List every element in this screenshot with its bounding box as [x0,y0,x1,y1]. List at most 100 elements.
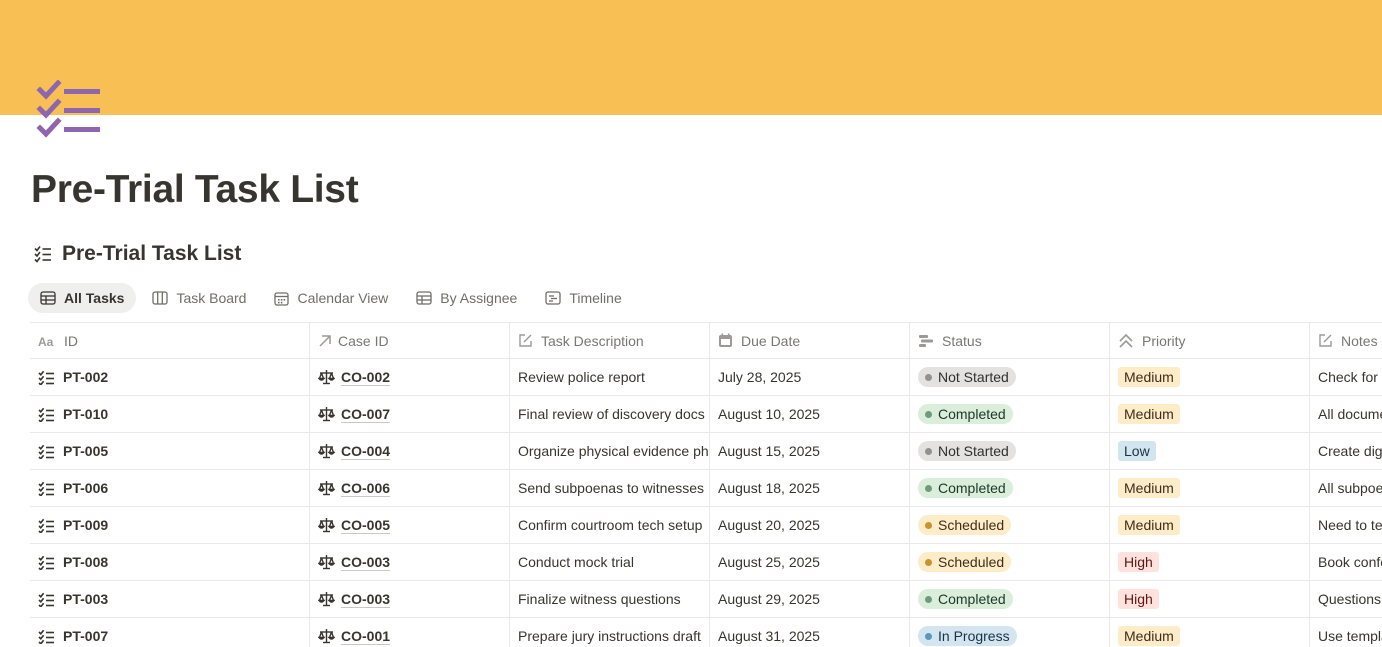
cell-id[interactable]: PT-006 [30,470,310,506]
cell-status[interactable]: In Progress [910,618,1110,647]
cell-status[interactable]: Completed [910,396,1110,432]
cell-task-description[interactable]: Review police report [510,359,710,395]
cell-task-description[interactable]: Final review of discovery docs [510,396,710,432]
cell-notes[interactable]: All docume [1310,396,1382,432]
cell-notes[interactable]: Book confe [1310,544,1382,580]
case-link[interactable]: CO-002 [341,369,390,385]
cell-task-description[interactable]: Conduct mock trial [510,544,710,580]
cell-case-id[interactable]: CO-007 [310,396,510,432]
cell-status[interactable]: Not Started [910,433,1110,469]
cell-due-date[interactable]: August 29, 2025 [710,581,910,617]
task-id[interactable]: PT-006 [63,480,108,496]
cell-id[interactable]: PT-002 [30,359,310,395]
cell-priority[interactable]: Medium [1110,396,1310,432]
cell-due-date[interactable]: August 25, 2025 [710,544,910,580]
cell-case-id[interactable]: CO-004 [310,433,510,469]
priority-tag[interactable]: High [1118,589,1159,609]
table-row[interactable]: PT-003 CO-003 Finalize witness questions Au… [30,581,1382,618]
tab-calendar-view[interactable]: Calendar View [262,283,400,313]
status-badge[interactable]: Scheduled [918,515,1012,535]
cell-priority[interactable]: High [1110,581,1310,617]
cell-id[interactable]: PT-007 [30,618,310,647]
cell-priority[interactable]: Low [1110,433,1310,469]
database-title[interactable]: Pre-Trial Task List [62,242,241,266]
cell-status[interactable]: Scheduled [910,544,1110,580]
cell-due-date[interactable]: August 20, 2025 [710,507,910,543]
status-badge[interactable]: Scheduled [918,552,1012,572]
cell-due-date[interactable]: August 31, 2025 [710,618,910,647]
task-id[interactable]: PT-002 [63,369,108,385]
table-row[interactable]: PT-006 CO-006 Send subpoenas to witnesses A… [30,470,1382,507]
cell-due-date[interactable]: July 28, 2025 [710,359,910,395]
status-badge[interactable]: Completed [918,404,1013,424]
cell-notes[interactable]: Create dig [1310,433,1382,469]
cell-case-id[interactable]: CO-002 [310,359,510,395]
priority-tag[interactable]: High [1118,552,1159,572]
cell-status[interactable]: Completed [910,581,1110,617]
cell-notes[interactable]: All subpoe [1310,470,1382,506]
status-badge[interactable]: Completed [918,478,1013,498]
case-link[interactable]: CO-001 [341,628,390,644]
cell-case-id[interactable]: CO-001 [310,618,510,647]
cell-notes[interactable]: Use templa [1310,618,1382,647]
column-header-notes[interactable]: Notes [1310,323,1382,358]
cell-notes[interactable]: Check for [1310,359,1382,395]
cell-due-date[interactable]: August 18, 2025 [710,470,910,506]
cell-priority[interactable]: Medium [1110,359,1310,395]
column-header-priority[interactable]: Priority [1110,323,1310,358]
priority-tag[interactable]: Low [1118,441,1156,461]
page-title[interactable]: Pre-Trial Task List [31,168,359,212]
cell-priority[interactable]: Medium [1110,470,1310,506]
case-link[interactable]: CO-003 [341,554,390,570]
priority-tag[interactable]: Medium [1118,367,1180,387]
status-badge[interactable]: Not Started [918,367,1016,387]
cell-id[interactable]: PT-009 [30,507,310,543]
cell-case-id[interactable]: CO-006 [310,470,510,506]
status-badge[interactable]: Not Started [918,441,1016,461]
cell-id[interactable]: PT-010 [30,396,310,432]
cell-notes[interactable]: Need to te [1310,507,1382,543]
cell-priority[interactable]: High [1110,544,1310,580]
table-row[interactable]: PT-002 CO-002 Review police report July 28,… [30,359,1382,396]
table-row[interactable]: PT-009 CO-005 Confirm courtroom tech setup… [30,507,1382,544]
cell-task-description[interactable]: Send subpoenas to witnesses [510,470,710,506]
case-link[interactable]: CO-005 [341,517,390,533]
cell-priority[interactable]: Medium [1110,507,1310,543]
cell-status[interactable]: Not Started [910,359,1110,395]
column-header-due-date[interactable]: Due Date [710,323,910,358]
task-id[interactable]: PT-005 [63,443,108,459]
tab-by-assignee[interactable]: By Assignee [404,283,529,313]
cell-id[interactable]: PT-003 [30,581,310,617]
cell-id[interactable]: PT-005 [30,433,310,469]
cell-status[interactable]: Completed [910,470,1110,506]
priority-tag[interactable]: Medium [1118,515,1180,535]
tab-task-board[interactable]: Task Board [140,283,258,313]
task-id[interactable]: PT-008 [63,554,108,570]
priority-tag[interactable]: Medium [1118,404,1180,424]
table-row[interactable]: PT-008 CO-003 Conduct mock trial August 25,… [30,544,1382,581]
priority-tag[interactable]: Medium [1118,626,1180,646]
cell-case-id[interactable]: CO-003 [310,581,510,617]
task-id[interactable]: PT-007 [63,628,108,644]
tab-all-tasks[interactable]: All Tasks [28,283,137,313]
cell-task-description[interactable]: Organize physical evidence phc [510,433,710,469]
column-header-case-id[interactable]: Case ID [310,323,510,358]
cell-case-id[interactable]: CO-003 [310,544,510,580]
case-link[interactable]: CO-003 [341,591,390,607]
tab-timeline[interactable]: Timeline [533,283,633,313]
cell-notes[interactable]: Questions [1310,581,1382,617]
table-row[interactable]: PT-005 CO-004 Organize physical evidence p… [30,433,1382,470]
table-row[interactable]: PT-007 CO-001 Prepare jury instructions dr… [30,618,1382,647]
cell-status[interactable]: Scheduled [910,507,1110,543]
table-row[interactable]: PT-010 CO-007 Final review of discovery do… [30,396,1382,433]
task-id[interactable]: PT-010 [63,406,108,422]
column-header-id[interactable]: Aa ID [30,323,310,358]
cell-case-id[interactable]: CO-005 [310,507,510,543]
case-link[interactable]: CO-007 [341,406,390,422]
column-header-task-description[interactable]: Task Description [510,323,710,358]
cell-id[interactable]: PT-008 [30,544,310,580]
checklist-icon[interactable] [36,80,102,142]
column-header-status[interactable]: Status [910,323,1110,358]
task-id[interactable]: PT-003 [63,591,108,607]
cell-task-description[interactable]: Finalize witness questions [510,581,710,617]
